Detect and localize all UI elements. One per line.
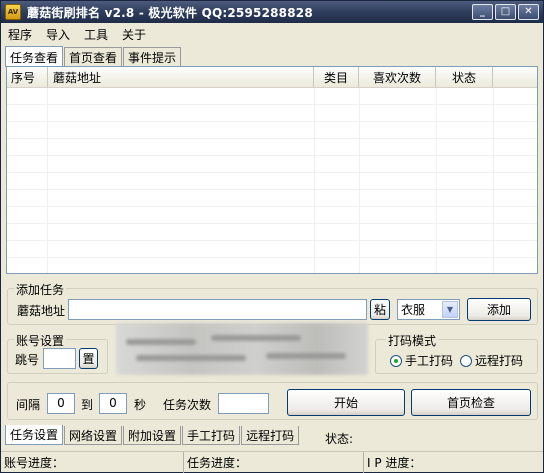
tab-home-view[interactable]: 首页查看: [64, 47, 123, 66]
address-label: 蘑菇地址: [17, 304, 66, 318]
task-list[interactable]: 序号 蘑菇地址 类目 喜欢次数 状态: [6, 66, 538, 274]
column-divider: [359, 88, 360, 273]
radio-remote-captcha[interactable]: 远程打码: [460, 352, 523, 369]
chevron-down-icon[interactable]: ▼: [442, 301, 458, 318]
set-button[interactable]: 置: [79, 348, 98, 369]
app-icon: AV: [5, 4, 21, 20]
tab-event-tips[interactable]: 事件提示: [123, 47, 182, 66]
window-title: 蘑菇街刷排名 v2.8 - 极光软件 QQ:2595288828: [27, 5, 313, 20]
radio-unselected-icon[interactable]: [460, 354, 472, 367]
tab-task-view[interactable]: 任务查看: [5, 46, 64, 67]
close-icon[interactable]: ✕: [518, 4, 539, 20]
number-label: 跳号: [15, 353, 40, 367]
radio-manual-label: 手工打码: [405, 354, 454, 368]
address-input[interactable]: [68, 299, 367, 320]
task-progress: 任务进度：: [184, 452, 364, 473]
captcha-image: [116, 323, 368, 375]
top-tab-bar: 任务查看 首页查看 事件提示: [5, 46, 182, 67]
status-label: 状态:: [325, 432, 354, 446]
number-input[interactable]: [43, 348, 76, 369]
menu-program[interactable]: 程序: [1, 26, 39, 43]
task-list-body[interactable]: [7, 88, 537, 273]
menu-tools[interactable]: 工具: [77, 26, 115, 43]
tab-task-settings[interactable]: 任务设置: [5, 425, 64, 445]
tab-manual-captcha[interactable]: 手工打码: [182, 426, 241, 445]
interval-to-input[interactable]: 0: [99, 393, 127, 414]
start-button[interactable]: 开始: [287, 389, 405, 416]
captcha-mode-title: 打码模式: [386, 332, 439, 349]
radio-selected-icon[interactable]: [390, 354, 402, 367]
column-address[interactable]: 蘑菇地址: [48, 67, 314, 87]
column-divider: [314, 88, 315, 273]
add-button[interactable]: 添加: [467, 298, 531, 321]
paste-button[interactable]: 粘: [370, 299, 390, 320]
task-count-input[interactable]: [218, 393, 269, 414]
bottom-tab-bar: 任务设置 网络设置 附加设置 手工打码 远程打码: [5, 425, 300, 446]
interval-label: 间隔: [16, 398, 41, 412]
main-window: AV 蘑菇街刷排名 v2.8 - 极光软件 QQ:2595288828 _ □ …: [0, 0, 544, 473]
account-title: 账号设置: [14, 332, 67, 349]
to-label: 到: [81, 398, 94, 412]
tab-remote-captcha[interactable]: 远程打码: [241, 426, 300, 445]
menu-bar: 程序 导入 工具 关于: [1, 23, 543, 45]
category-select[interactable]: 衣服 ▼: [397, 299, 460, 320]
category-value: 衣服: [401, 303, 426, 317]
window-controls: _ □ ✕: [472, 4, 539, 20]
title-bar[interactable]: AV 蘑菇街刷排名 v2.8 - 极光软件 QQ:2595288828 _ □ …: [1, 1, 543, 23]
column-status[interactable]: 状态: [436, 67, 493, 87]
tab-extra-settings[interactable]: 附加设置: [123, 426, 182, 445]
home-check-button[interactable]: 首页检查: [411, 389, 531, 416]
radio-remote-label: 远程打码: [475, 354, 524, 368]
menu-import[interactable]: 导入: [39, 26, 77, 43]
column-divider: [47, 88, 48, 273]
add-task-title: 添加任务: [14, 281, 67, 298]
task-count-label: 任务次数: [163, 398, 212, 412]
task-list-header: 序号 蘑菇地址 类目 喜欢次数 状态: [7, 67, 537, 88]
column-index[interactable]: 序号: [7, 67, 48, 87]
minimize-icon[interactable]: _: [472, 4, 493, 20]
seconds-label: 秒: [134, 398, 147, 412]
account-progress: 账号进度：: [1, 452, 184, 473]
column-divider: [436, 88, 437, 273]
status-bar: 账号进度： 任务进度： I P 进度：: [1, 451, 543, 473]
menu-about[interactable]: 关于: [115, 26, 153, 43]
tab-network-settings[interactable]: 网络设置: [64, 426, 123, 445]
ip-progress: I P 进度：: [367, 456, 422, 470]
column-likes[interactable]: 喜欢次数: [359, 67, 436, 87]
column-category[interactable]: 类目: [314, 67, 359, 87]
radio-manual-captcha[interactable]: 手工打码: [390, 352, 453, 369]
column-divider: [493, 88, 494, 273]
maximize-icon[interactable]: □: [495, 4, 516, 20]
interval-from-input[interactable]: 0: [47, 393, 75, 414]
